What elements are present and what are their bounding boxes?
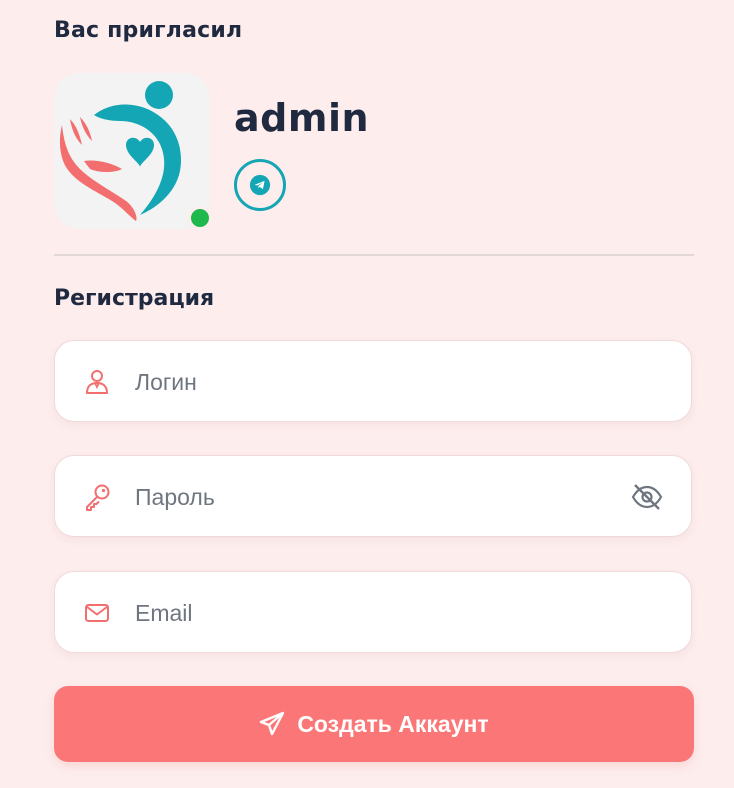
invited-by-heading: Вас пригласил xyxy=(54,18,243,43)
login-field[interactable] xyxy=(54,340,692,422)
invite-registration-panel: Вас пригласил admin Регистрация Логин Em… xyxy=(0,0,734,788)
envelope-icon xyxy=(85,604,109,622)
telegram-button[interactable] xyxy=(234,159,286,211)
paper-plane-icon xyxy=(260,711,285,736)
email-field[interactable] xyxy=(54,571,692,653)
password-input[interactable] xyxy=(133,476,617,518)
online-status-indicator xyxy=(188,206,212,230)
user-icon xyxy=(86,370,108,394)
create-account-button[interactable]: Создать Аккаунт xyxy=(54,686,694,762)
inviter-username: admin xyxy=(234,96,370,140)
inviter-avatar-container xyxy=(54,73,212,230)
eye-slash-icon[interactable] xyxy=(631,483,663,511)
email-input[interactable] xyxy=(133,592,617,634)
heart-hand-logo-icon xyxy=(59,81,182,221)
section-divider xyxy=(54,254,694,256)
key-icon xyxy=(86,484,110,511)
registration-heading: Регистрация xyxy=(54,286,215,311)
login-input[interactable] xyxy=(133,361,617,403)
password-field[interactable] xyxy=(54,455,692,537)
create-account-label: Создать Аккаунт xyxy=(297,710,489,737)
telegram-icon xyxy=(249,174,271,196)
avatar xyxy=(54,73,210,229)
